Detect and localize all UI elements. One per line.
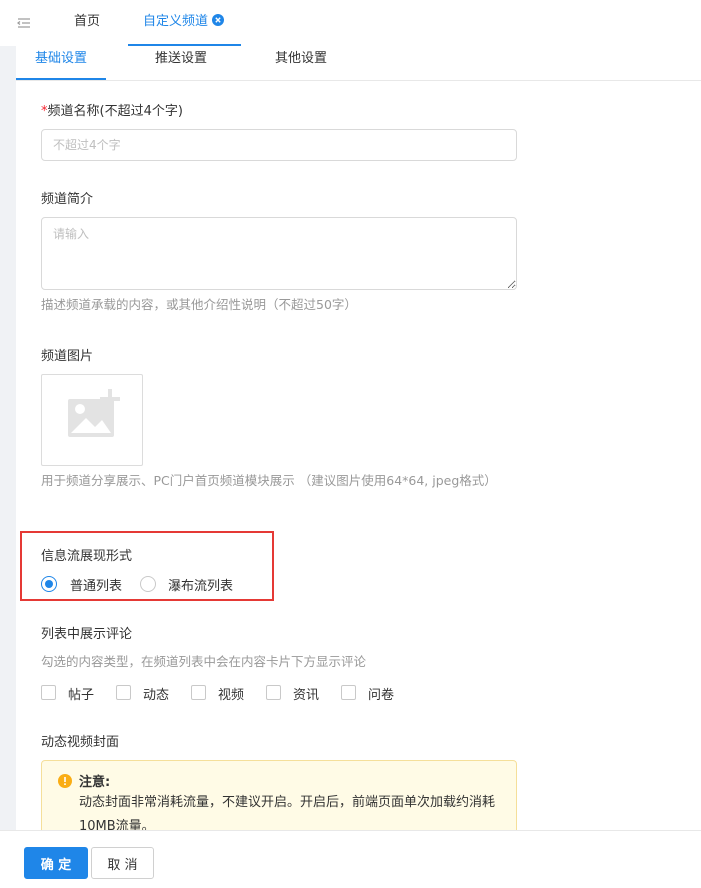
tab-other-settings[interactable]: 其他设置 <box>256 46 346 80</box>
channel-image-hint: 用于频道分享展示、PC门户首页频道模块展示 （建议图片使用64*64, jpeg… <box>41 473 497 488</box>
channel-intro-textarea[interactable] <box>41 217 517 290</box>
form-footer: 确 定 取 消 <box>0 830 701 888</box>
cancel-button[interactable]: 取 消 <box>91 847 154 879</box>
notice-title: 注意: <box>79 775 111 790</box>
checkbox-post[interactable] <box>41 685 56 700</box>
checkbox-dynamic[interactable] <box>116 685 131 700</box>
tab-basic-settings[interactable]: 基础设置 <box>16 46 106 80</box>
radio-waterfall-list-label[interactable]: 瀑布流列表 <box>168 575 233 594</box>
radio-normal-list[interactable] <box>41 576 57 592</box>
left-rail <box>0 46 16 887</box>
settings-tabs: 基础设置 推送设置 其他设置 <box>16 46 701 81</box>
channel-intro-label: 频道简介 <box>41 192 94 207</box>
channel-intro-hint: 描述频道承载的内容，或其他介绍性说明（不超过50字） <box>41 297 357 312</box>
channel-name-input[interactable] <box>41 129 517 161</box>
channel-name-label: *频道名称(不超过4个字) <box>41 100 183 119</box>
menu-fold-icon[interactable] <box>16 15 32 31</box>
video-cover-label: 动态视频封面 <box>41 735 120 750</box>
video-cover-notice: 注意: 动态封面非常消耗流量，不建议开启。开启后，前端页面单次加载约消耗10MB… <box>41 760 517 840</box>
tab-custom-channel-label: 自定义频道 <box>143 14 209 29</box>
channel-image-upload[interactable] <box>41 374 143 466</box>
show-comments-hint: 勾选的内容类型，在频道列表中会在内容卡片下方显示评论 <box>41 654 367 669</box>
checkbox-video[interactable] <box>191 685 206 700</box>
top-tab-bar: 首页 自定义频道 <box>0 0 701 46</box>
channel-image-label: 频道图片 <box>41 349 94 364</box>
info-circle-icon <box>58 774 72 792</box>
checkbox-survey-label[interactable]: 问卷 <box>368 684 394 703</box>
close-circle-icon[interactable] <box>212 1 225 26</box>
checkbox-video-label[interactable]: 视频 <box>218 684 244 703</box>
radio-normal-list-label[interactable]: 普通列表 <box>70 575 122 594</box>
checkbox-dynamic-label[interactable]: 动态 <box>143 684 169 703</box>
feed-style-label: 信息流展现形式 <box>41 549 133 564</box>
channel-name-label-text: 频道名称(不超过4个字) <box>47 104 183 119</box>
image-add-icon <box>68 389 120 437</box>
checkbox-survey[interactable] <box>341 685 356 700</box>
tab-home-label: 首页 <box>74 14 101 29</box>
checkbox-news-label[interactable]: 资讯 <box>293 684 319 703</box>
tab-push-settings[interactable]: 推送设置 <box>136 46 226 80</box>
tab-home[interactable]: 首页 <box>74 0 100 46</box>
radio-waterfall-list[interactable] <box>140 576 156 592</box>
show-comments-label: 列表中展示评论 <box>41 627 133 642</box>
checkbox-post-label[interactable]: 帖子 <box>68 684 94 703</box>
checkbox-news[interactable] <box>266 685 281 700</box>
confirm-button[interactable]: 确 定 <box>24 847 88 879</box>
tab-custom-channel[interactable]: 自定义频道 <box>128 0 241 46</box>
